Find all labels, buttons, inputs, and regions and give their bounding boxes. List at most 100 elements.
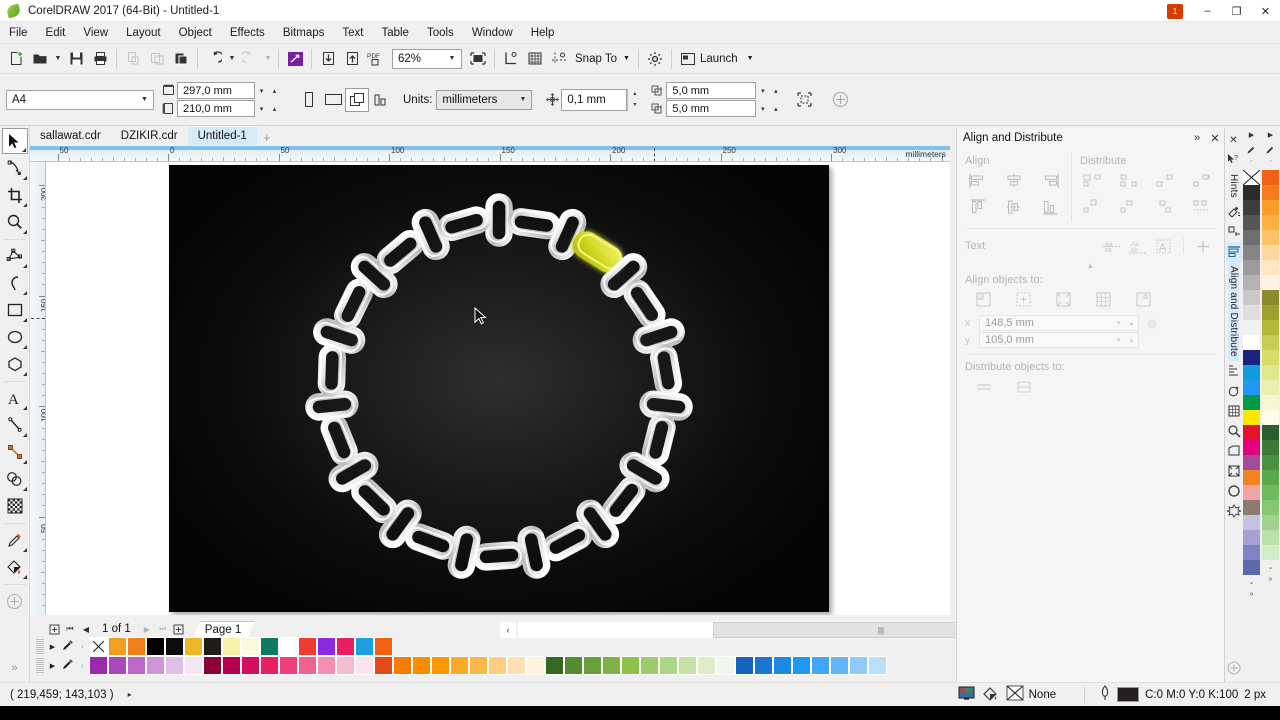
object-properties-icon[interactable] xyxy=(1226,202,1242,222)
shape-tool[interactable] xyxy=(2,155,28,181)
text-tool[interactable]: A xyxy=(2,385,28,411)
color-swatch[interactable] xyxy=(1262,380,1279,395)
ellipse-tool-flyout-icon[interactable] xyxy=(22,345,27,349)
transformations-icon[interactable] xyxy=(1226,222,1242,242)
doctab-untitled-1[interactable]: Untitled-1 xyxy=(187,127,257,145)
color-swatch[interactable] xyxy=(678,656,697,675)
color-swatch[interactable] xyxy=(298,637,317,656)
chain-link[interactable] xyxy=(650,343,683,397)
new-document-icon[interactable] xyxy=(4,47,28,71)
full-screen-preview-icon[interactable] xyxy=(466,47,490,71)
color-swatch[interactable] xyxy=(1243,305,1260,320)
color-swatch[interactable] xyxy=(1262,530,1279,545)
color-swatch[interactable] xyxy=(1262,275,1279,290)
lens-icon[interactable] xyxy=(1226,381,1242,401)
color-swatch[interactable] xyxy=(1243,275,1260,290)
text-tool-flyout-icon[interactable] xyxy=(22,406,27,410)
redo-dropdown[interactable]: ▼ xyxy=(262,47,274,71)
color-swatch[interactable] xyxy=(1243,545,1260,560)
color-swatch[interactable] xyxy=(260,656,279,675)
ellipse-docker-icon[interactable] xyxy=(1226,481,1242,501)
palette-scroll-left-1[interactable]: ‹ xyxy=(76,642,89,651)
color-swatch[interactable] xyxy=(1262,425,1279,440)
page-width-field[interactable]: 297,0 mm xyxy=(177,82,255,99)
color-swatch[interactable] xyxy=(1262,170,1279,185)
pick-tool-flyout-icon[interactable] xyxy=(21,148,26,152)
color-swatch[interactable] xyxy=(279,637,298,656)
pick-tool[interactable] xyxy=(1,128,28,154)
color-swatch[interactable] xyxy=(1262,455,1279,470)
color-swatch[interactable] xyxy=(165,637,184,656)
drawing-canvas[interactable] xyxy=(46,162,950,615)
color-swatch[interactable] xyxy=(545,656,564,675)
text-bounding-box-button[interactable]: A xyxy=(1151,235,1177,257)
color-swatch[interactable] xyxy=(1243,560,1260,575)
color-swatch[interactable] xyxy=(1262,365,1279,380)
duplicate-x-field[interactable]: 5,0 mm xyxy=(666,82,757,99)
ellipse-tool[interactable] xyxy=(2,324,28,350)
straight-line-connector-tool[interactable] xyxy=(2,439,28,465)
color-swatch[interactable] xyxy=(830,656,849,675)
color-swatch[interactable] xyxy=(1262,185,1279,200)
menu-view[interactable]: View xyxy=(74,22,117,44)
color-swatch[interactable] xyxy=(89,637,108,656)
fill-icon[interactable] xyxy=(979,686,1003,704)
distribute-spacing-h-button[interactable] xyxy=(1152,170,1178,192)
polygon-tool-flyout-icon[interactable] xyxy=(22,372,27,376)
menu-help[interactable]: Help xyxy=(522,22,564,44)
palette-expand-arrow-1[interactable]: ▶ xyxy=(46,643,59,651)
color-swatch[interactable] xyxy=(1243,215,1260,230)
palette-expand-more[interactable]: » xyxy=(1242,588,1261,601)
chain-link[interactable] xyxy=(472,541,526,571)
snap-to-dropdown-icon[interactable]: ▼ xyxy=(623,55,630,62)
polygon-tool[interactable] xyxy=(2,351,28,377)
color-swatch[interactable] xyxy=(1262,470,1279,485)
add-docker-icon[interactable] xyxy=(1226,658,1242,678)
transparency-tool[interactable] xyxy=(2,493,28,519)
menu-text[interactable]: Text xyxy=(333,22,372,44)
show-rulers-icon[interactable] xyxy=(499,47,523,71)
toolbox-overflow-button[interactable]: » xyxy=(2,655,28,681)
color-swatch[interactable] xyxy=(1243,260,1260,275)
text-outline-button[interactable] xyxy=(1190,235,1216,257)
duplicate-y-spinner[interactable]: ▾ ▴ xyxy=(756,100,782,117)
color-swatch[interactable] xyxy=(811,656,830,675)
scroll-left-arrow[interactable]: ‹ xyxy=(500,622,516,638)
color-swatch[interactable] xyxy=(336,656,355,675)
color-swatch[interactable] xyxy=(374,637,393,656)
palette-eyedropper-1[interactable] xyxy=(59,639,76,655)
color-swatch[interactable] xyxy=(1243,410,1260,425)
color-swatch[interactable] xyxy=(336,637,355,656)
launch-button[interactable]: Launch ▼ xyxy=(676,47,758,71)
color-swatch[interactable] xyxy=(640,656,659,675)
color-swatch[interactable] xyxy=(1262,485,1279,500)
parallel-dimension-tool[interactable] xyxy=(2,412,28,438)
find-replace-icon[interactable] xyxy=(1226,421,1242,441)
color-swatch[interactable] xyxy=(317,656,336,675)
color-swatch[interactable] xyxy=(1262,260,1279,275)
color-swatch[interactable] xyxy=(1243,350,1260,365)
text-last-line-baseline-button[interactable]: Aa bb xyxy=(1125,235,1151,257)
pointer-help-icon[interactable]: ? xyxy=(1226,150,1242,170)
palette-scroll-down[interactable]: ⌄ xyxy=(1261,560,1280,573)
distribute-center-v-button[interactable] xyxy=(1116,196,1142,218)
corel-connect-icon[interactable] xyxy=(283,47,307,71)
chain-link[interactable] xyxy=(317,343,347,398)
color-swatch[interactable] xyxy=(260,637,279,656)
undo-dropdown[interactable]: ▼ xyxy=(226,47,238,71)
minimize-button[interactable]: – xyxy=(1193,0,1222,22)
align-point-target-icon[interactable]: ◎ xyxy=(1139,317,1165,330)
palette-scroll-up[interactable]: ⌃ xyxy=(1261,156,1280,170)
page-height-spinner[interactable]: ▾ ▴ xyxy=(255,100,281,117)
align-center-vertical-button[interactable] xyxy=(1001,196,1027,218)
color-swatch[interactable] xyxy=(1243,335,1260,350)
snap-to-button[interactable]: Snap To ▼ xyxy=(571,47,634,71)
color-swatch[interactable] xyxy=(1243,230,1260,245)
color-swatch[interactable] xyxy=(146,637,165,656)
color-swatch[interactable] xyxy=(203,656,222,675)
maximize-button[interactable]: ❐ xyxy=(1222,0,1251,22)
color-swatch[interactable] xyxy=(1262,515,1279,530)
color-swatch[interactable] xyxy=(431,656,450,675)
align-to-specified-point-button[interactable] xyxy=(1131,289,1157,311)
connector-tool-flyout-icon[interactable] xyxy=(22,460,27,464)
